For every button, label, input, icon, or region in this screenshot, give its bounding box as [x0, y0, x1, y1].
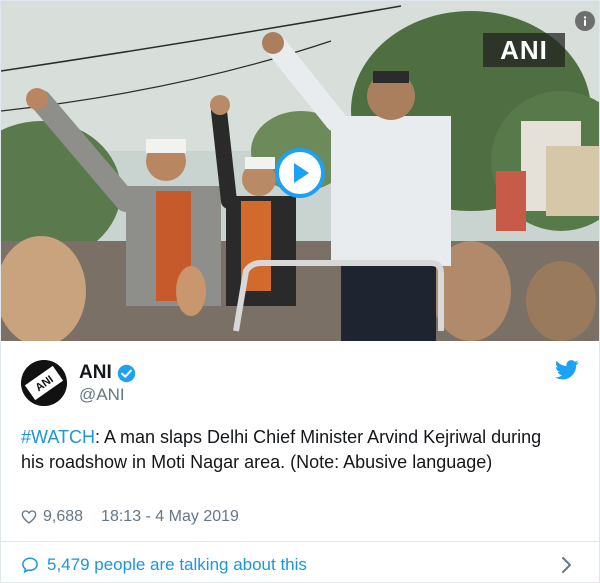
conversation-link[interactable]: 5,479 people are talking about this — [21, 553, 581, 577]
comment-bubble-icon — [22, 557, 38, 574]
author-handle[interactable]: @ANI — [79, 385, 125, 405]
chevron-right-icon[interactable] — [561, 555, 573, 575]
tweet-header: ANI ANI @ANI — [21, 358, 581, 408]
author-name-row[interactable]: ANI — [79, 362, 136, 384]
hashtag-link[interactable]: #WATCH — [21, 427, 95, 447]
talking-count-text[interactable]: 5,479 people are talking about this — [47, 555, 307, 575]
play-icon — [294, 163, 309, 183]
tweet-card: ANI ANI ANI @ANI #WATCH: A man slaps Del… — [0, 0, 600, 583]
avatar[interactable]: ANI — [21, 360, 67, 406]
info-icon[interactable] — [575, 11, 595, 31]
divider — [1, 541, 599, 542]
author-name[interactable]: ANI — [79, 362, 112, 384]
tweet-body: : A man slaps Delhi Chief Minister Arvin… — [21, 427, 542, 472]
play-button[interactable] — [275, 148, 325, 198]
video-thumbnail[interactable]: ANI — [1, 1, 599, 341]
timestamp[interactable]: 18:13 - 4 May 2019 — [101, 508, 239, 526]
verified-badge-icon — [117, 364, 135, 382]
tweet-meta: 9,688 18:13 - 4 May 2019 — [21, 506, 239, 528]
ani-watermark: ANI — [483, 33, 565, 67]
twitter-bird-icon[interactable] — [555, 360, 579, 380]
tweet-text: #WATCH: A man slaps Delhi Chief Minister… — [21, 425, 561, 475]
like-count[interactable]: 9,688 — [43, 508, 83, 526]
heart-icon[interactable] — [21, 509, 37, 525]
